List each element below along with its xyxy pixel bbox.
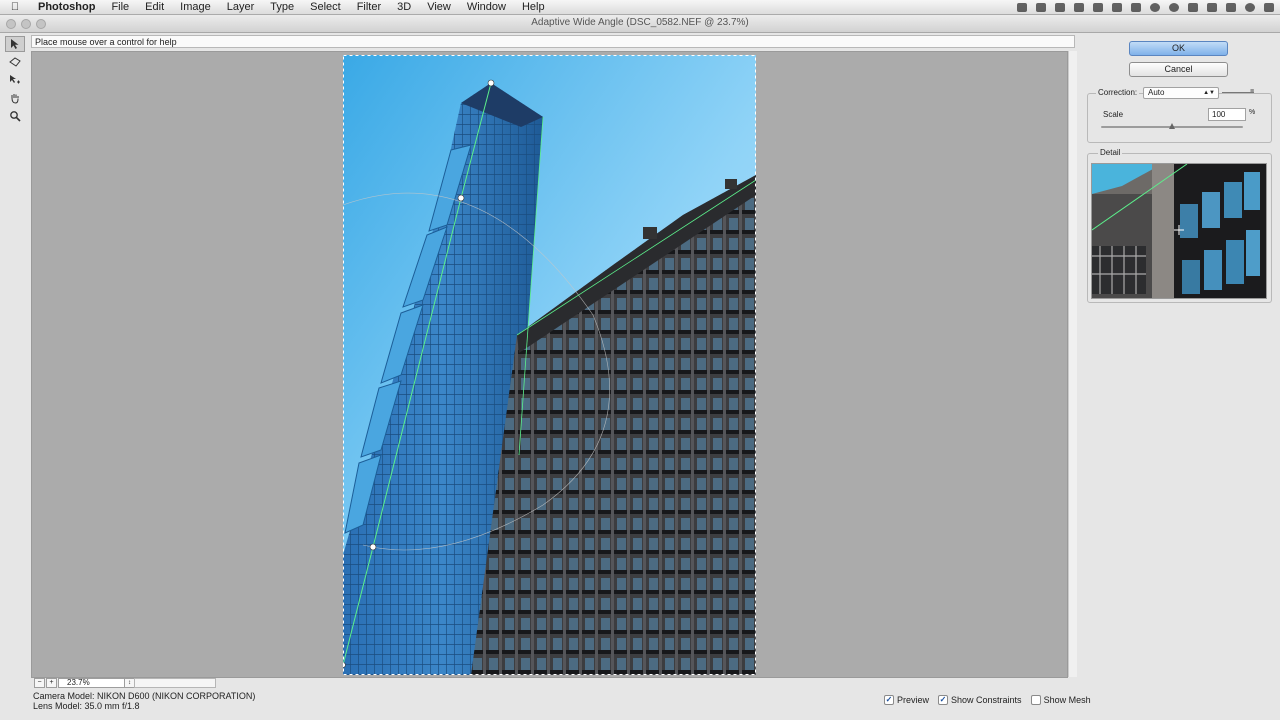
scale-slider-thumb[interactable] (1169, 123, 1175, 129)
preview-checkbox[interactable]: ✓ Preview (884, 695, 929, 705)
panel-menu-icon[interactable]: ≡ (1250, 88, 1258, 95)
scale-label: Scale (1103, 110, 1124, 119)
display-status-icon[interactable] (1112, 2, 1122, 12)
notification-center-icon[interactable] (1264, 2, 1274, 12)
scale-input[interactable]: 100 (1208, 108, 1246, 121)
menu-app-name[interactable]: Photoshop (30, 0, 103, 14)
preview-label: Preview (897, 695, 930, 705)
show-constraints-checkbox[interactable]: ✓ Show Constraints (938, 695, 1022, 705)
detail-loupe (1091, 163, 1267, 299)
bluetooth-status-icon[interactable] (1131, 2, 1141, 12)
preview-check-icon[interactable]: ✓ (884, 695, 894, 705)
menu-select[interactable]: Select (302, 0, 349, 14)
menu-bar:  Photoshop File Edit Image Layer Type S… (0, 0, 1280, 15)
flag-status-icon[interactable] (1207, 2, 1217, 12)
hand-tool-icon[interactable] (5, 90, 25, 106)
move-tool-icon[interactable] (5, 72, 25, 88)
help-text: Place mouse over a control for help (31, 35, 1075, 48)
menu-window[interactable]: Window (459, 0, 514, 14)
show-constraints-label: Show Constraints (951, 695, 1022, 705)
dropbox-status-icon[interactable] (1036, 2, 1046, 12)
view-options: ✓ Preview ✓ Show Constraints Show Mesh (884, 695, 1091, 705)
lens-model: Lens Model: 35.0 mm f/1.8 (33, 701, 140, 711)
apple-menu-icon[interactable]:  (0, 1, 30, 13)
vertical-scrollbar[interactable] (1068, 51, 1077, 677)
menu-help[interactable]: Help (514, 0, 553, 14)
show-constraints-check-icon[interactable]: ✓ (938, 695, 949, 705)
zoom-controls: − + 23.7% ↕ (31, 678, 1075, 688)
preview-image[interactable] (343, 55, 756, 675)
menu-3d[interactable]: 3D (389, 0, 419, 14)
tool-palette (5, 36, 25, 126)
menu-image[interactable]: Image (172, 0, 219, 14)
polygon-constraint-tool-icon[interactable] (5, 54, 25, 70)
zoom-level-field[interactable]: 23.7% (58, 678, 132, 688)
dialog-title-bar: Adaptive Wide Angle (DSC_0582.NEF @ 23.7… (0, 15, 1280, 33)
menu-type[interactable]: Type (262, 0, 302, 14)
show-mesh-checkbox[interactable]: Show Mesh (1030, 695, 1091, 705)
sync-status-icon[interactable] (1169, 2, 1179, 12)
correction-select[interactable]: Auto ▲▼ (1143, 87, 1219, 99)
show-mesh-label: Show Mesh (1043, 695, 1091, 705)
correction-value: Auto (1148, 88, 1165, 97)
evernote-status-icon[interactable] (1074, 2, 1084, 12)
menu-filter[interactable]: Filter (349, 0, 389, 14)
dialog-title: Adaptive Wide Angle (DSC_0582.NEF @ 23.7… (531, 17, 749, 28)
constraint-tool-icon[interactable] (5, 36, 25, 52)
correction-label: Correction: (1096, 88, 1140, 97)
adobe-status-icon[interactable] (1055, 2, 1065, 12)
select-arrows-icon: ▲▼ (1203, 90, 1215, 96)
zoom-in-button[interactable]: + (46, 678, 57, 688)
app-status-icon[interactable] (1093, 2, 1103, 12)
menu-file[interactable]: File (103, 0, 137, 14)
wifi-status-icon[interactable] (1188, 2, 1198, 12)
ok-button[interactable]: OK (1129, 41, 1228, 56)
scale-unit: % (1249, 109, 1256, 116)
menu-view[interactable]: View (419, 0, 459, 14)
show-mesh-check-icon[interactable] (1030, 695, 1041, 705)
volume-status-icon[interactable] (1226, 2, 1236, 12)
camera-status-icon[interactable] (1017, 2, 1027, 12)
status-menu-icons (1017, 0, 1274, 14)
cancel-button[interactable]: Cancel (1129, 62, 1228, 77)
menu-edit[interactable]: Edit (137, 0, 172, 14)
menu-layer[interactable]: Layer (219, 0, 263, 14)
detail-label: Detail (1098, 148, 1123, 157)
horizontal-scrollbar[interactable] (134, 678, 216, 688)
camera-model: Camera Model: NIKON D600 (NIKON CORPORAT… (33, 691, 256, 701)
zoom-tool-icon[interactable] (5, 108, 25, 124)
zoom-out-button[interactable]: − (34, 678, 45, 688)
time-machine-status-icon[interactable] (1150, 2, 1160, 12)
scale-slider[interactable] (1101, 123, 1243, 129)
spotlight-icon[interactable] (1245, 2, 1255, 12)
